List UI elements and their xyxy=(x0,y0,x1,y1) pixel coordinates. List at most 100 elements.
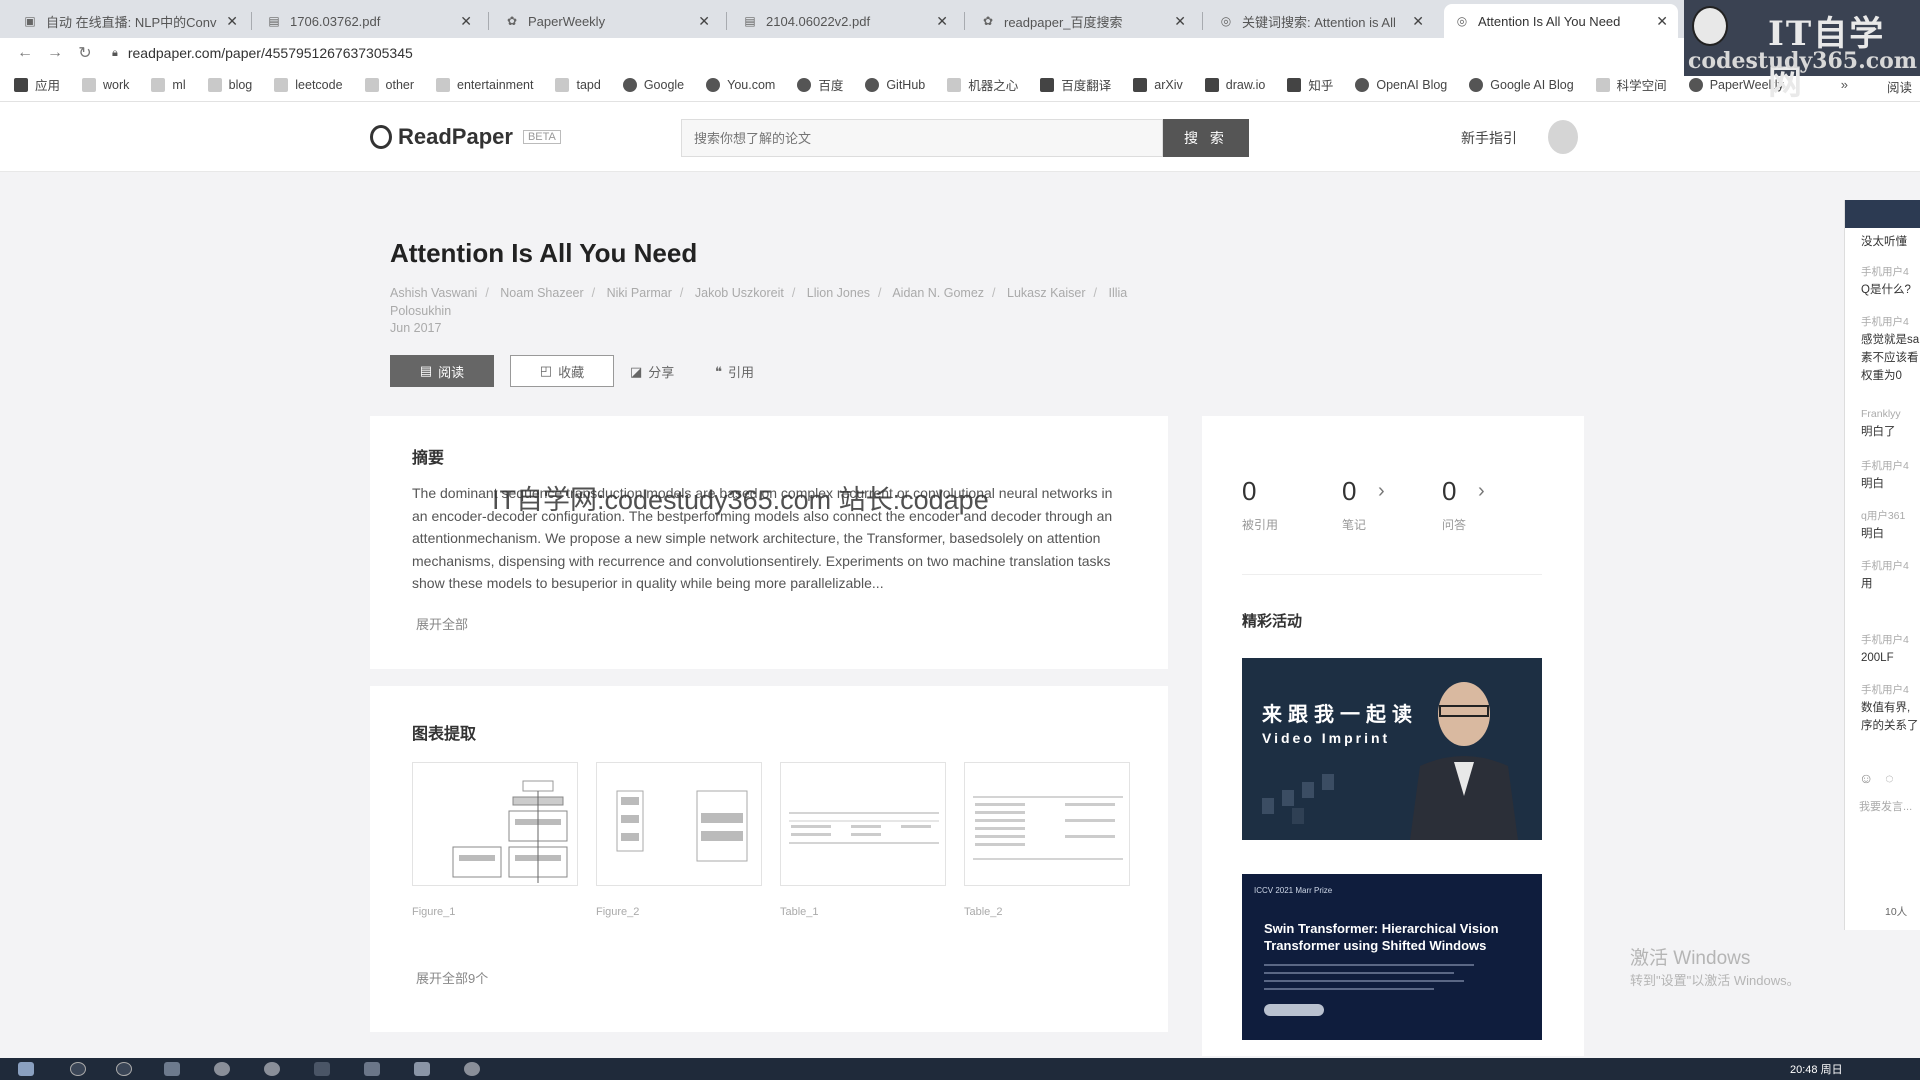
bookmark-link[interactable]: 知乎 xyxy=(1287,75,1333,94)
avatar[interactable] xyxy=(1548,120,1578,154)
search-button[interactable]: 搜 索 xyxy=(1163,119,1249,157)
banner-button[interactable] xyxy=(1264,1004,1324,1016)
close-icon[interactable]: ✕ xyxy=(226,13,238,30)
author[interactable]: Niki Parmar xyxy=(607,286,672,300)
browser-tab[interactable]: ✿ PaperWeekly ✕ xyxy=(494,4,720,38)
bookmark-folder[interactable]: work xyxy=(82,77,129,92)
table-thumbnail[interactable] xyxy=(780,762,946,886)
chat-message: 明白 xyxy=(1861,528,1884,540)
bookmark-link[interactable]: You.com xyxy=(706,77,775,92)
close-icon[interactable]: ✕ xyxy=(460,13,472,30)
qa-count[interactable]: 0 xyxy=(1442,476,1456,507)
tab-title: 1706.03762.pdf xyxy=(290,13,381,29)
bookmark-link[interactable]: Google AI Blog xyxy=(1469,77,1574,92)
bookmark-label: 机器之心 xyxy=(968,79,1019,93)
browser-tab[interactable]: ◎ 关键词搜索: Attention is All ✕ xyxy=(1208,4,1434,38)
bookmark-link[interactable]: draw.io xyxy=(1204,77,1265,92)
chat-input[interactable]: 我要发言... xyxy=(1859,798,1912,814)
swin-transformer-banner[interactable]: ICCV 2021 Marr Prize Swin Transformer: H… xyxy=(1242,874,1542,1040)
bookmark-link[interactable]: GitHub xyxy=(865,77,925,92)
comment-icon[interactable]: ◌ xyxy=(1885,770,1905,786)
forward-icon[interactable]: → xyxy=(40,44,70,62)
pycharm-icon[interactable] xyxy=(314,1062,330,1076)
close-icon[interactable]: ✕ xyxy=(1656,13,1668,30)
author[interactable]: Llion Jones xyxy=(807,286,870,300)
tab-separator xyxy=(1202,12,1203,30)
author[interactable]: Aidan N. Gomez xyxy=(892,286,984,300)
banner-title: 来跟我一起读 xyxy=(1262,704,1418,726)
bookmark-link[interactable]: 百度翻译 xyxy=(1040,75,1111,94)
bookmark-link[interactable]: arXiv xyxy=(1133,77,1183,92)
favorite-button[interactable]: ◰ 收藏 xyxy=(510,355,614,387)
chat-username: 手机用户4 xyxy=(1861,634,1909,646)
close-icon[interactable]: ✕ xyxy=(698,13,710,30)
clock[interactable]: 20:48 周日 xyxy=(1790,1061,1843,1077)
bookmark-label: arXiv xyxy=(1154,77,1183,92)
table-thumbnail[interactable] xyxy=(964,762,1130,886)
browser-tab[interactable]: ▤ 1706.03762.pdf ✕ xyxy=(256,4,482,38)
bookmark-link[interactable]: 科学空间 xyxy=(1595,75,1667,94)
publish-date: Jun 2017 xyxy=(390,321,442,335)
bookmark-link[interactable]: 机器之心 xyxy=(947,75,1018,94)
browser-tab[interactable]: ▤ 2104.06022v2.pdf ✕ xyxy=(732,4,958,38)
chevron-right-icon[interactable]: › xyxy=(1378,480,1385,503)
bookmark-folder[interactable]: entertainment xyxy=(436,77,533,92)
browser-tab[interactable]: ✿ readpaper_百度搜索 ✕ xyxy=(970,4,1196,38)
activities-heading: 精彩活动 xyxy=(1242,613,1303,630)
quote-icon: ❝ xyxy=(715,363,722,379)
you-icon xyxy=(706,77,721,92)
apps-grid-icon xyxy=(14,77,28,92)
expand-abstract-link[interactable]: 展开全部 xyxy=(416,614,468,633)
share-button[interactable]: ◪ 分享 xyxy=(630,362,674,381)
windows-start-icon[interactable] xyxy=(18,1062,34,1076)
search-input[interactable] xyxy=(681,119,1163,157)
figures-card: 图表提取 Figure_1 Figure_2 Table_1 Table_2 展… xyxy=(370,686,1168,1032)
bookmark-link[interactable]: OpenAI Blog xyxy=(1355,77,1447,92)
emoji-icon[interactable]: ☺ xyxy=(1859,770,1885,786)
close-icon[interactable]: ✕ xyxy=(1412,13,1424,30)
video-imprint-banner[interactable]: 来跟我一起读 Video Imprint xyxy=(1242,658,1542,840)
bookmark-folder[interactable]: ml xyxy=(151,77,186,92)
figure-label: Figure_1 xyxy=(412,906,456,918)
url-field[interactable]: 🔒︎ readpaper.com/paper/45579512676373053… xyxy=(112,45,413,61)
bookmark-label: 百度翻译 xyxy=(1061,79,1112,93)
author[interactable]: Lukasz Kaiser xyxy=(1007,286,1086,300)
browser-tab[interactable]: ▣ 自动 在线直播: NLP中的Conv ✕ xyxy=(12,4,248,38)
author[interactable]: Ashish Vaswani xyxy=(390,286,477,300)
bookmark-folder[interactable]: blog xyxy=(207,77,252,92)
chat-message: Q是什么? xyxy=(1861,284,1911,296)
app-icon[interactable] xyxy=(414,1062,430,1076)
reload-icon[interactable]: ↻ xyxy=(70,43,100,63)
task-view-icon[interactable] xyxy=(164,1062,180,1076)
chevron-right-icon[interactable]: › xyxy=(1478,480,1485,503)
cortana-icon[interactable] xyxy=(116,1062,132,1076)
expand-figures-link[interactable]: 展开全部9个 xyxy=(416,968,488,987)
chrome-icon[interactable] xyxy=(214,1062,230,1076)
author[interactable]: Noam Shazeer xyxy=(500,286,583,300)
bookmark-link[interactable]: Google xyxy=(622,77,684,92)
back-icon[interactable]: ← xyxy=(10,44,40,62)
cite-button[interactable]: ❝ 引用 xyxy=(715,362,754,381)
guide-link[interactable]: 新手指引 xyxy=(1461,128,1517,148)
notes-count[interactable]: 0 xyxy=(1342,476,1356,507)
bookmark-folder[interactable]: leetcode xyxy=(274,77,343,92)
bookmark-apps[interactable]: 应用 xyxy=(14,75,60,94)
close-icon[interactable]: ✕ xyxy=(936,13,948,30)
figure-thumbnail[interactable] xyxy=(412,762,578,886)
author[interactable]: Jakob Uszkoreit xyxy=(695,286,784,300)
abstract-card: 摘要 The dominant sequence transduction mo… xyxy=(370,416,1168,669)
app-icon[interactable] xyxy=(464,1062,480,1076)
figure-thumbnail[interactable] xyxy=(596,762,762,886)
bookmark-link[interactable]: 百度 xyxy=(797,75,843,94)
readpaper-logo[interactable]: ReadPaper BETA xyxy=(370,124,561,150)
read-button[interactable]: ▤ 阅读 xyxy=(390,355,494,387)
share-label: 分享 xyxy=(648,365,675,380)
citations-count: 0 xyxy=(1242,476,1257,506)
app-icon[interactable] xyxy=(264,1062,280,1076)
bookmark-folder[interactable]: other xyxy=(364,77,414,92)
browser-tab-active[interactable]: ◎ Attention Is All You Need ✕ xyxy=(1444,4,1678,38)
close-icon[interactable]: ✕ xyxy=(1174,13,1186,30)
bookmark-folder[interactable]: tapd xyxy=(555,77,601,92)
explorer-icon[interactable] xyxy=(364,1062,380,1076)
search-icon[interactable] xyxy=(70,1062,86,1076)
